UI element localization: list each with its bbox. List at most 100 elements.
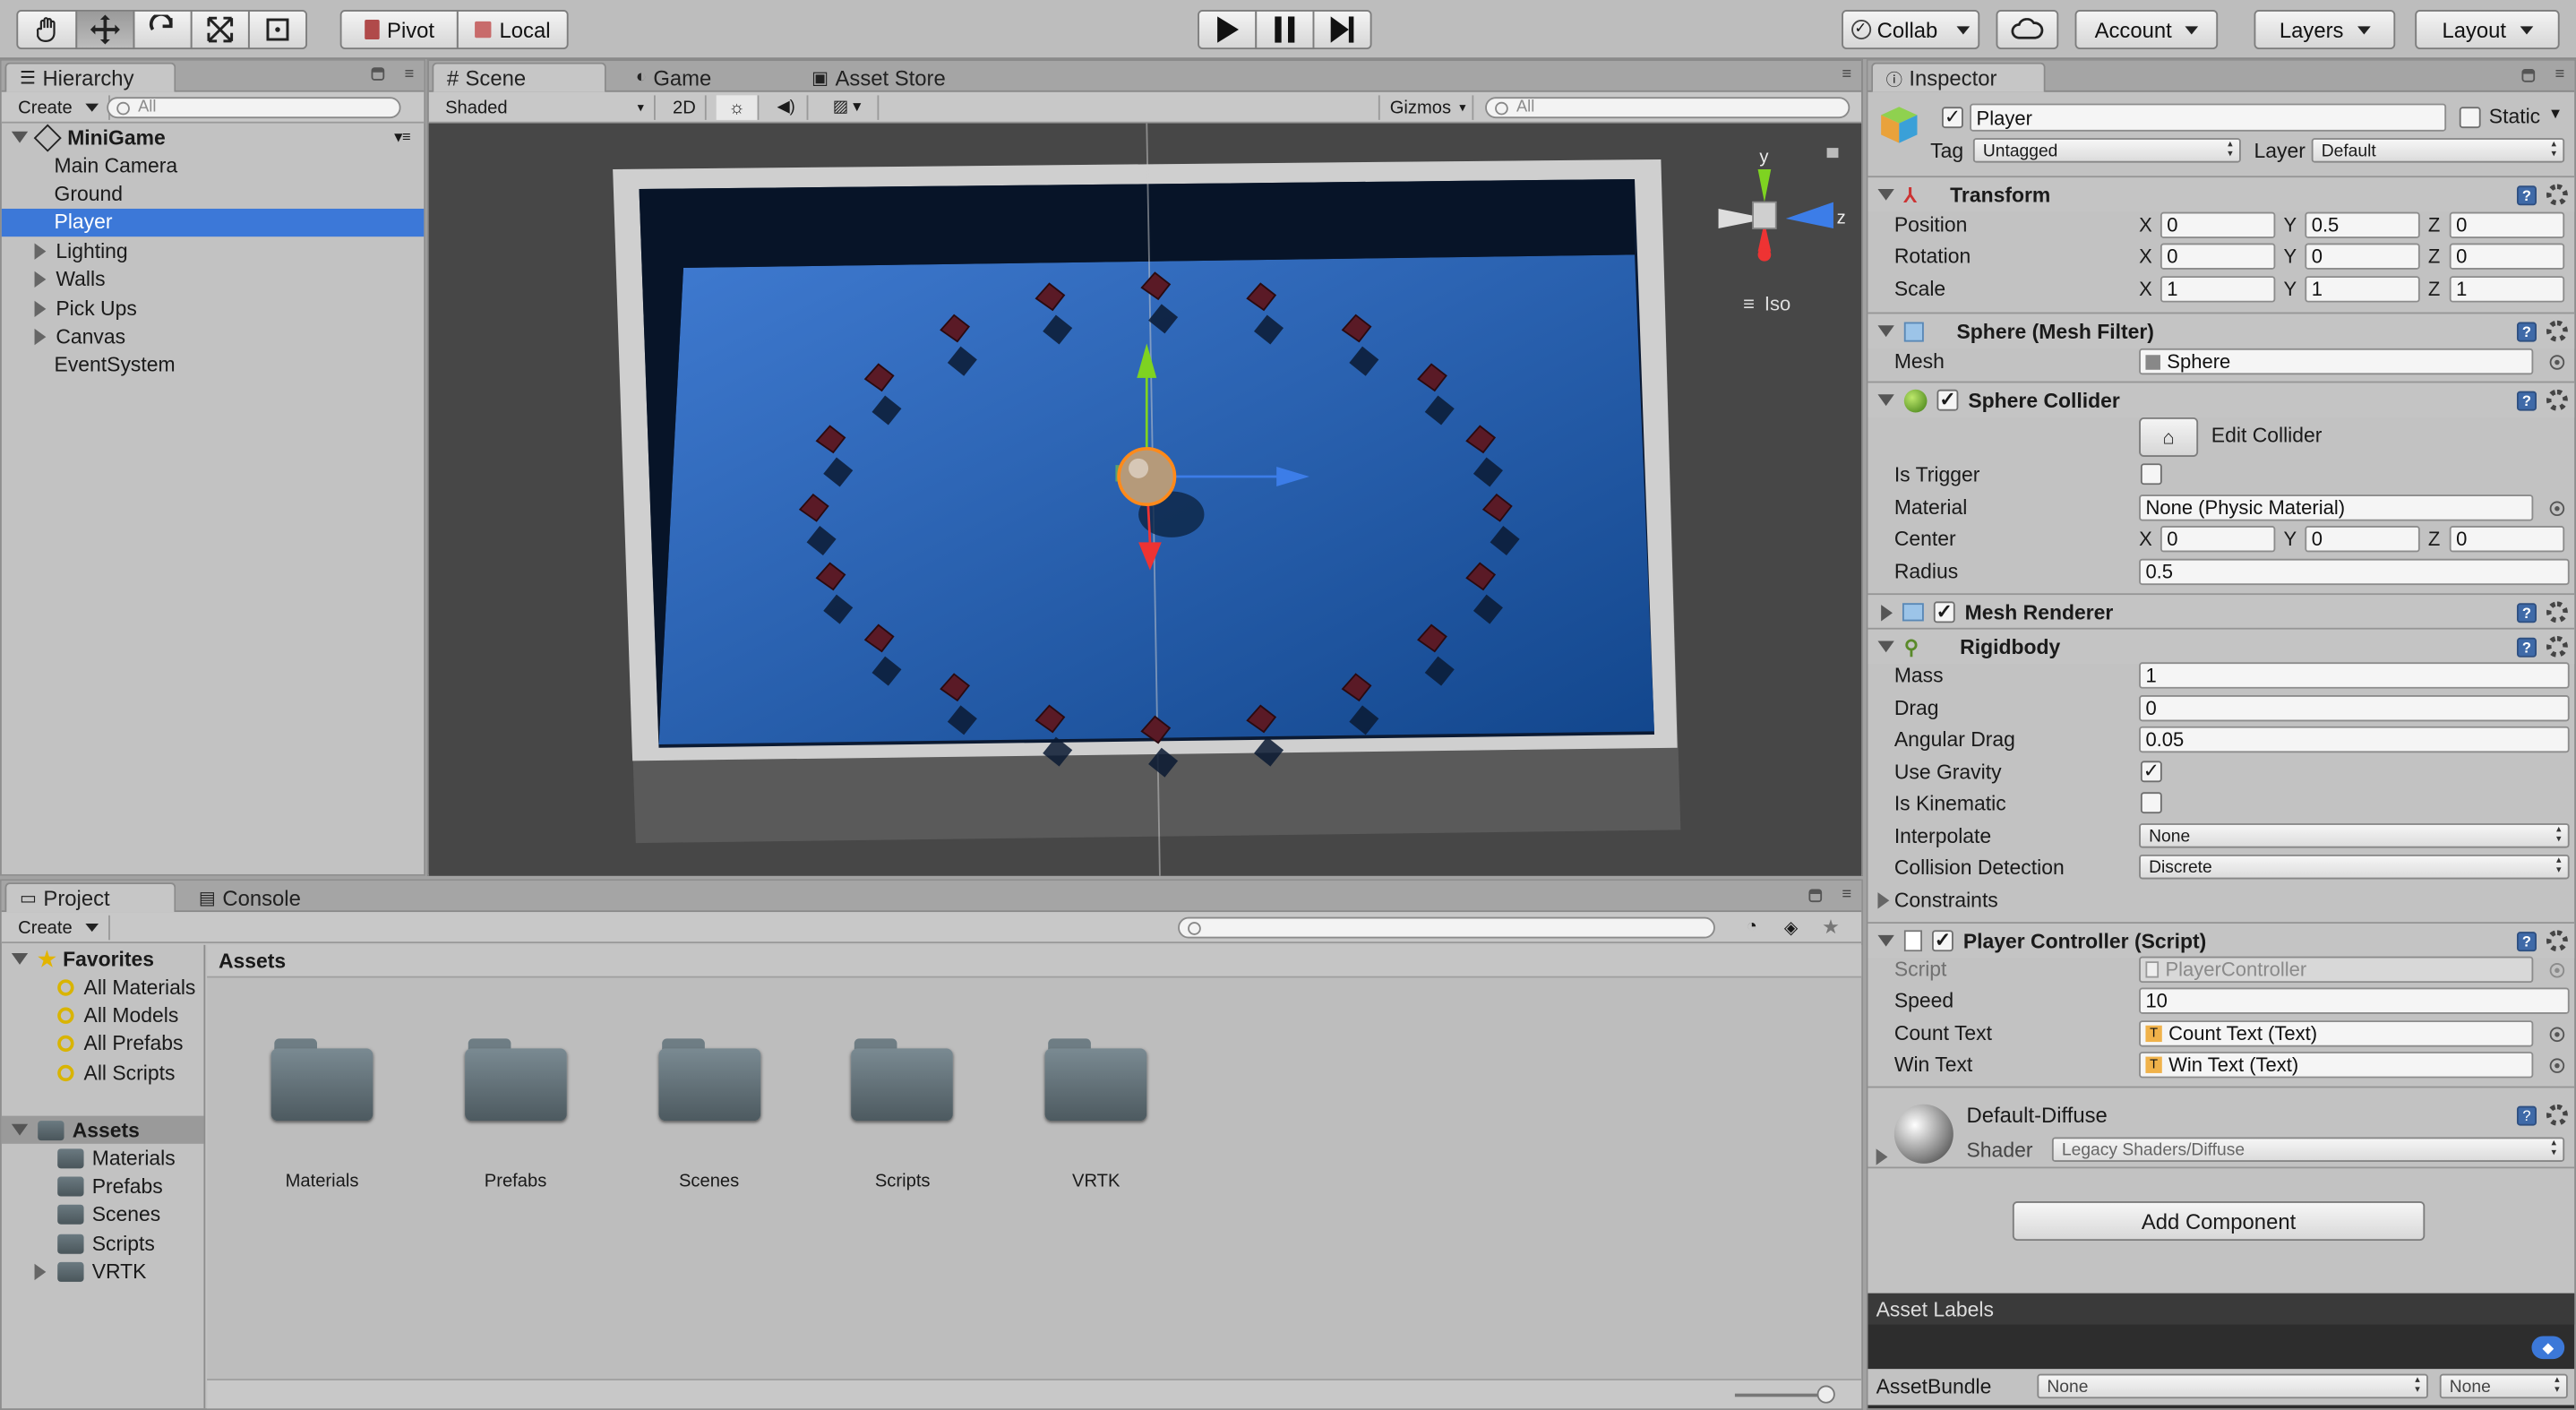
hierarchy-create-dropdown[interactable]: Create bbox=[8, 95, 110, 120]
zoom-slider-track[interactable] bbox=[1734, 1393, 1827, 1397]
object-picker-icon[interactable] bbox=[2549, 1026, 2565, 1042]
scale-y-field[interactable]: 1 bbox=[2305, 276, 2420, 303]
scale-x-field[interactable]: 1 bbox=[2160, 276, 2276, 303]
asset-bundle-dropdown[interactable]: None bbox=[2037, 1373, 2428, 1399]
player-controller-enabled-checkbox[interactable]: ✓ bbox=[1932, 930, 1953, 952]
foldout-icon[interactable] bbox=[1877, 394, 1894, 407]
object-name-field[interactable]: Player bbox=[1970, 103, 2447, 132]
interpolate-dropdown[interactable]: None bbox=[2139, 823, 2570, 848]
asset-folder-tile-label[interactable]: Scenes bbox=[627, 1172, 791, 1191]
asset-folder-item[interactable]: Scenes bbox=[2, 1201, 204, 1229]
lock-icon[interactable] bbox=[371, 67, 385, 81]
layer-dropdown[interactable]: Default bbox=[2311, 138, 2565, 163]
expand-triangle-icon[interactable] bbox=[11, 953, 29, 965]
favorites-row[interactable]: ★ Favorites bbox=[2, 945, 204, 973]
asset-folder-item[interactable]: Materials bbox=[2, 1144, 204, 1172]
expand-triangle-icon[interactable] bbox=[34, 299, 47, 317]
lighting-toggle[interactable]: ☼ bbox=[716, 95, 760, 120]
shading-mode-dropdown[interactable]: Shaded ▾ bbox=[435, 95, 656, 120]
gizmo-lock-icon[interactable] bbox=[1826, 148, 1839, 159]
filter-type-icon[interactable]: ◔ bbox=[1747, 917, 1757, 937]
gear-icon[interactable] bbox=[2546, 320, 2568, 342]
help-book-icon[interactable]: ? bbox=[2516, 185, 2537, 205]
position-x-field[interactable]: 0 bbox=[2160, 211, 2276, 239]
center-x-field[interactable]: 0 bbox=[2160, 526, 2276, 553]
move-tool-button[interactable] bbox=[75, 10, 135, 50]
foldout-icon[interactable] bbox=[1877, 188, 1894, 201]
lock-icon[interactable] bbox=[1808, 889, 1823, 903]
collision-detection-dropdown[interactable]: Discrete bbox=[2139, 854, 2570, 880]
project-search-input[interactable] bbox=[1178, 916, 1715, 939]
help-book-icon[interactable]: ? bbox=[2516, 636, 2537, 657]
asset-folder-item[interactable]: Prefabs bbox=[2, 1173, 204, 1200]
position-z-field[interactable]: 0 bbox=[2449, 211, 2565, 239]
object-picker-icon[interactable] bbox=[2549, 354, 2565, 369]
scale-z-field[interactable]: 1 bbox=[2449, 276, 2565, 303]
mesh-field[interactable]: Sphere bbox=[2139, 348, 2534, 375]
scene-root-row[interactable]: MiniGame ▾≡ bbox=[2, 123, 424, 151]
hand-tool-button[interactable] bbox=[16, 10, 78, 50]
lock-icon[interactable] bbox=[2521, 69, 2536, 82]
tab-asset-store[interactable]: ▣ Asset Store bbox=[798, 63, 965, 92]
hierarchy-item[interactable]: EventSystem bbox=[2, 351, 424, 379]
gear-icon[interactable] bbox=[2546, 389, 2568, 411]
gear-icon[interactable] bbox=[2546, 184, 2568, 206]
scene-menu-icon[interactable]: ▾≡ bbox=[395, 128, 411, 146]
asset-folder-tile[interactable] bbox=[1044, 1036, 1147, 1122]
effects-dropdown[interactable]: ▨ ▾ bbox=[817, 95, 880, 120]
position-y-field[interactable]: 0.5 bbox=[2305, 211, 2420, 239]
project-create-dropdown[interactable]: Create bbox=[8, 915, 110, 941]
tab-game[interactable]: ◐ Game bbox=[623, 63, 731, 92]
transform-header[interactable]: ⅄ Transform ? bbox=[1868, 176, 2575, 212]
expand-triangle-icon[interactable] bbox=[11, 131, 29, 143]
sphere-collider-enabled-checkbox[interactable]: ✓ bbox=[1936, 390, 1959, 411]
favorite-item[interactable]: All Prefabs bbox=[2, 1030, 204, 1058]
expand-triangle-icon[interactable] bbox=[34, 328, 47, 346]
hierarchy-item[interactable]: Lighting bbox=[2, 237, 424, 265]
tab-scene[interactable]: # Scene bbox=[432, 62, 606, 92]
object-picker-icon[interactable] bbox=[2549, 500, 2565, 516]
static-dropdown-icon[interactable]: ▼ bbox=[2548, 105, 2563, 121]
panel-menu-icon[interactable]: ≡ bbox=[2555, 65, 2564, 83]
foldout-icon[interactable] bbox=[1877, 892, 1890, 909]
angular-drag-field[interactable]: 0.05 bbox=[2139, 726, 2570, 753]
active-checkbox[interactable]: ✓ bbox=[1942, 107, 1963, 129]
is-kinematic-checkbox[interactable] bbox=[2140, 792, 2162, 814]
favorite-item[interactable]: All Models bbox=[2, 1002, 204, 1029]
hierarchy-search-input[interactable]: All bbox=[107, 97, 401, 119]
hierarchy-item[interactable]: Main Camera bbox=[2, 151, 424, 179]
tab-console[interactable]: ▤ Console bbox=[185, 882, 321, 912]
favorite-star-icon[interactable]: ★ bbox=[1822, 916, 1840, 939]
asset-folder-tile[interactable] bbox=[270, 1036, 374, 1122]
breadcrumb-label[interactable]: Assets bbox=[219, 949, 286, 972]
gear-icon[interactable] bbox=[2546, 601, 2568, 623]
hierarchy-item[interactable]: Walls bbox=[2, 265, 424, 293]
assets-row[interactable]: Assets bbox=[1, 1115, 204, 1144]
asset-folder-tile-label[interactable]: VRTK bbox=[1014, 1172, 1178, 1191]
scene-viewport[interactable]: y z ≡ Iso bbox=[428, 123, 1862, 876]
mesh-filter-header[interactable]: Sphere (Mesh Filter) ? bbox=[1868, 312, 2575, 348]
audio-toggle[interactable]: ◀) bbox=[766, 95, 809, 120]
player-sphere[interactable] bbox=[1117, 446, 1177, 507]
help-book-icon[interactable]: ? bbox=[2516, 390, 2537, 410]
constraints-row[interactable]: Constraints bbox=[1868, 884, 2574, 917]
use-gravity-checkbox[interactable]: ✓ bbox=[2140, 761, 2162, 783]
hierarchy-item[interactable]: Ground bbox=[2, 180, 424, 208]
tag-dropdown[interactable]: Untagged bbox=[1972, 138, 2241, 163]
foldout-icon[interactable] bbox=[1876, 1148, 1888, 1165]
asset-folder-tile-label[interactable]: Scripts bbox=[820, 1172, 984, 1191]
asset-folder-tile-label[interactable]: Materials bbox=[240, 1172, 404, 1191]
account-dropdown[interactable]: Account bbox=[2074, 10, 2219, 50]
collab-dropdown[interactable]: ✓ Collab bbox=[1842, 10, 1980, 50]
gear-icon[interactable] bbox=[2546, 1104, 2568, 1126]
rotation-z-field[interactable]: 0 bbox=[2449, 243, 2565, 270]
panel-menu-icon[interactable]: ≡ bbox=[1842, 65, 1851, 83]
gizmo-cube[interactable] bbox=[1752, 201, 1777, 229]
mesh-renderer-enabled-checkbox[interactable]: ✓ bbox=[1933, 601, 1955, 623]
edit-collider-button[interactable]: ⌂ bbox=[2139, 417, 2199, 457]
win-text-field[interactable]: T Win Text (Text) bbox=[2139, 1052, 2534, 1079]
gizmos-dropdown[interactable]: Gizmos ▾ bbox=[1378, 95, 1474, 120]
step-button[interactable] bbox=[1312, 10, 1372, 50]
asset-folder-item[interactable]: VRTK bbox=[2, 1258, 204, 1285]
2d-toggle[interactable]: 2D bbox=[664, 95, 707, 120]
